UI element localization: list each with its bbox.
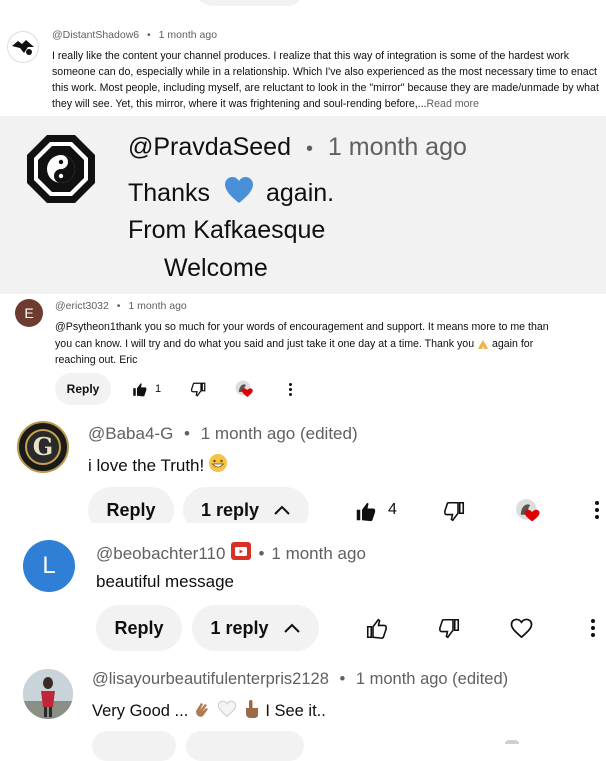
comment-text: Thanks <box>128 179 210 207</box>
chevron-up-icon <box>283 618 301 639</box>
comment-text: i love the Truth! <box>88 453 228 478</box>
separator-dot: • <box>116 300 121 312</box>
comment-text: beautiful message <box>96 572 234 591</box>
more-options-icon[interactable] <box>288 383 292 396</box>
comment-header: @Baba4-G • 1 month ago (edited) <box>88 424 358 444</box>
avatar-lisayourbeautifulenterpris2128[interactable] <box>23 669 73 719</box>
timestamp[interactable]: 1 month ago (edited) <box>356 670 508 688</box>
author-name[interactable]: @beobachter110 <box>96 544 225 564</box>
comment-text: I really like the content your channel p… <box>52 48 600 112</box>
comment-header: @lisayourbeautifulenterpris2128 • 1 mont… <box>92 670 508 689</box>
reply-button[interactable]: Reply <box>88 487 174 523</box>
heart-outline-icon[interactable] <box>509 616 533 640</box>
separator-dot: • <box>305 138 313 160</box>
timestamp[interactable]: 1 month ago (edited) <box>201 424 358 443</box>
view-replies-button-partial[interactable] <box>186 731 304 761</box>
separator-dot: • <box>258 543 265 563</box>
thumbs-down-icon[interactable] <box>438 617 460 639</box>
reply-button-partial[interactable] <box>92 731 176 761</box>
author-name[interactable]: @Baba4-G <box>88 424 173 443</box>
blue-heart-emoji-icon <box>224 176 254 211</box>
comment-text: again. <box>265 179 335 207</box>
view-replies-button[interactable]: 1 reply <box>183 487 309 523</box>
comment-header: @PravdaSeed • 1 month ago <box>128 133 467 162</box>
comment-body: @Psytheon1thank you so much for your wor… <box>55 321 549 350</box>
separator-dot: • <box>147 29 151 41</box>
grinning-face-emoji-icon <box>208 453 228 478</box>
reply-button[interactable]: Reply <box>96 605 182 651</box>
comment-text: @Psytheon1thank you so much for your wor… <box>55 319 555 369</box>
thumbs-up-filled-icon[interactable] <box>354 500 376 522</box>
comment-line-3: Welcome <box>164 254 268 282</box>
more-options-icon[interactable] <box>594 501 599 519</box>
creator-heart-icon <box>514 497 544 527</box>
author-name[interactable]: @erict3032 <box>55 300 109 312</box>
timestamp[interactable]: 1 month ago <box>271 544 366 564</box>
thumbs-down-icon[interactable] <box>443 500 465 522</box>
read-more-link[interactable]: Read more <box>427 98 479 110</box>
replies-count: 1 reply <box>200 499 260 520</box>
timestamp[interactable]: 1 month ago <box>128 300 186 312</box>
comment-header: @DistantShadow6 • 1 month ago <box>52 29 217 41</box>
author-name[interactable]: @DistantShadow6 <box>52 29 139 41</box>
creator-heart-icon <box>234 379 256 401</box>
comment-body: I See it.. <box>265 702 326 720</box>
clapping-hands-emoji-icon <box>192 699 212 724</box>
replies-count: 1 reply <box>210 617 269 638</box>
thumbs-up-filled-icon[interactable] <box>131 381 147 397</box>
view-replies-button[interactable]: 1 reply <box>192 605 319 651</box>
pointing-finger-emoji-icon <box>243 699 261 724</box>
comment-body: Very Good ... <box>92 702 189 720</box>
like-count: 1 <box>155 383 162 395</box>
comment-text: Very Good ... I See it.. <box>92 699 326 724</box>
avatar-baba4-g[interactable]: G <box>17 421 69 473</box>
praying-hands-emoji-icon <box>477 339 489 349</box>
timestamp[interactable]: 1 month ago <box>328 133 467 161</box>
avatar-erict3032[interactable]: E <box>15 299 43 327</box>
author-name[interactable]: @PravdaSeed <box>128 133 291 161</box>
separator-dot: • <box>339 670 346 688</box>
avatar-pravdaseed[interactable] <box>25 133 97 205</box>
channel-badge-icon <box>231 542 252 565</box>
svg-text:G: G <box>33 432 54 461</box>
avatar-letter: L <box>42 552 56 579</box>
thumbs-down-icon[interactable] <box>190 381 206 397</box>
like-count: 4 <box>388 501 397 518</box>
avatar-distantshadow6[interactable] <box>7 31 39 63</box>
timestamp[interactable]: 1 month ago <box>159 29 217 41</box>
white-heart-emoji-icon <box>217 700 237 723</box>
comment-body: I really like the content your channel p… <box>52 50 599 110</box>
partial-pill-top-left[interactable] <box>195 0 305 6</box>
comment-body: i love the Truth! <box>88 455 205 475</box>
thumbs-up-icon[interactable] <box>365 617 387 639</box>
comment-header: @beobachter110 • 1 month ago <box>96 542 366 565</box>
comment-line-2: From Kafkaesque <box>128 216 326 244</box>
separator-dot: • <box>184 424 190 443</box>
partial-icon <box>505 740 519 744</box>
avatar-beobachter110[interactable]: L <box>23 540 75 592</box>
more-options-icon[interactable] <box>590 619 595 637</box>
comment-line-1: Thanks again. <box>128 176 334 211</box>
avatar-letter: E <box>24 305 34 321</box>
reply-button[interactable]: Reply <box>55 373 111 405</box>
author-name[interactable]: @lisayourbeautifulenterpris2128 <box>92 670 329 688</box>
comment-header: @erict3032 • 1 month ago <box>55 300 187 312</box>
chevron-up-icon <box>273 500 291 521</box>
